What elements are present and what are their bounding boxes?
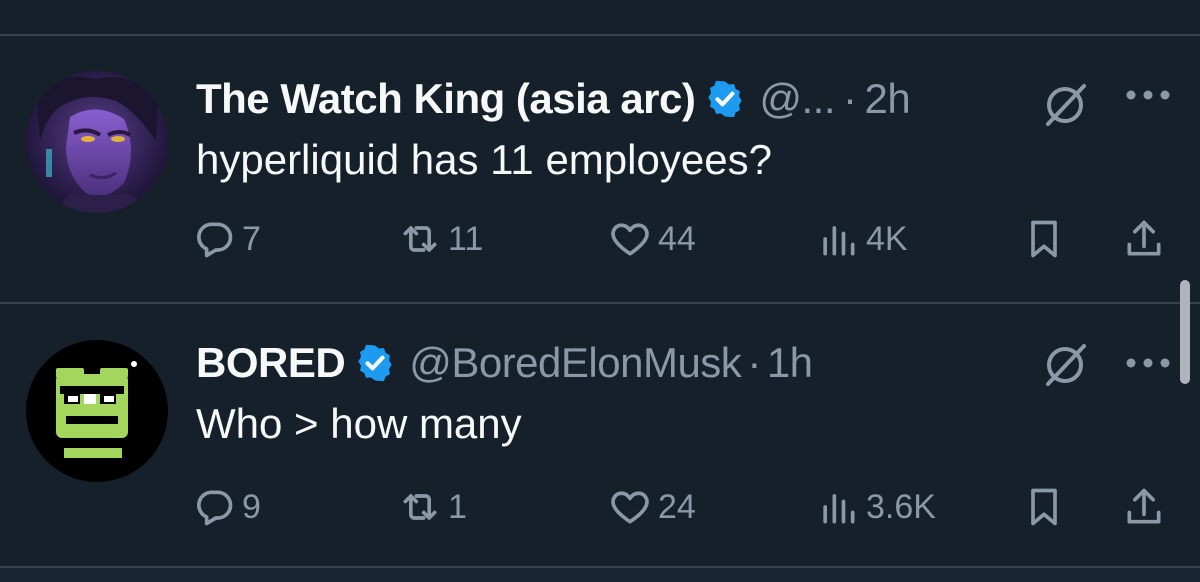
like-icon	[611, 491, 649, 524]
tweet-time[interactable]: 2h	[865, 75, 911, 123]
views-button[interactable]: 3.6K	[816, 482, 936, 532]
timeline-feed: The Watch King (asia arc) @... · 2h hype…	[0, 0, 1200, 582]
like-icon	[611, 223, 649, 256]
reply-icon	[197, 490, 233, 526]
scrollbar-thumb[interactable]	[1180, 280, 1190, 384]
more-icon[interactable]	[1124, 88, 1172, 102]
tweet-actions: 7 11 44 4K	[192, 214, 1182, 264]
avatar[interactable]	[26, 71, 168, 213]
bookmark-button[interactable]	[1022, 482, 1072, 532]
author-name[interactable]: BORED	[196, 339, 346, 387]
repost-count: 1	[448, 487, 467, 526]
reply-count: 9	[242, 487, 261, 526]
like-count: 24	[658, 487, 696, 526]
avatar-purple-character-icon	[26, 71, 168, 213]
tweet-actions: 9 1 24 3.6K	[192, 482, 1182, 532]
repost-button[interactable]: 11	[398, 214, 483, 264]
tweet-header: BORED @BoredElonMusk · 1h	[196, 338, 813, 388]
views-icon	[823, 226, 855, 256]
avatar-green-frog-icon	[26, 340, 168, 482]
share-button[interactable]	[1122, 214, 1172, 264]
tweet-text: Who > how many	[196, 400, 522, 447]
share-icon	[1127, 220, 1161, 256]
tweet[interactable]: BORED @BoredElonMusk · 1h Who > how many	[0, 304, 1200, 570]
author-handle[interactable]: @BoredElonMusk	[409, 339, 742, 387]
meta-separator: ·	[747, 339, 761, 386]
tweet[interactable]: The Watch King (asia arc) @... · 2h hype…	[0, 36, 1200, 302]
like-button[interactable]: 24	[608, 482, 696, 532]
bookmark-button[interactable]	[1022, 214, 1072, 264]
repost-icon	[403, 226, 437, 252]
reply-count: 7	[242, 219, 261, 258]
reply-button[interactable]: 7	[192, 214, 261, 264]
like-button[interactable]: 44	[608, 214, 696, 264]
tweet-time[interactable]: 1h	[767, 339, 813, 387]
share-icon	[1127, 488, 1161, 524]
share-button[interactable]	[1122, 482, 1172, 532]
repost-button[interactable]: 1	[398, 482, 467, 532]
tweet-text: hyperliquid has 11 employees?	[196, 136, 772, 183]
reply-icon	[197, 222, 233, 258]
views-count: 4K	[866, 219, 908, 258]
repost-icon	[403, 494, 437, 520]
author-handle[interactable]: @...	[759, 75, 835, 123]
verified-badge-icon	[708, 80, 743, 118]
reply-button[interactable]: 9	[192, 482, 261, 532]
meta-separator: ·	[843, 75, 857, 122]
views-count: 3.6K	[866, 487, 936, 526]
views-button[interactable]: 4K	[816, 214, 908, 264]
grok-icon[interactable]	[1040, 340, 1090, 390]
repost-count: 11	[448, 219, 484, 258]
bookmark-icon	[1031, 488, 1057, 526]
bookmark-icon	[1031, 220, 1057, 258]
avatar[interactable]	[26, 340, 168, 482]
more-icon[interactable]	[1124, 356, 1172, 370]
verified-badge-icon	[358, 344, 392, 382]
author-name[interactable]: The Watch King (asia arc)	[196, 75, 696, 123]
views-icon	[823, 494, 855, 524]
feed-bottom-edge	[0, 568, 1200, 582]
tweet-header: The Watch King (asia arc) @... · 2h	[196, 74, 911, 124]
grok-icon[interactable]	[1040, 80, 1090, 130]
like-count: 44	[658, 219, 696, 258]
